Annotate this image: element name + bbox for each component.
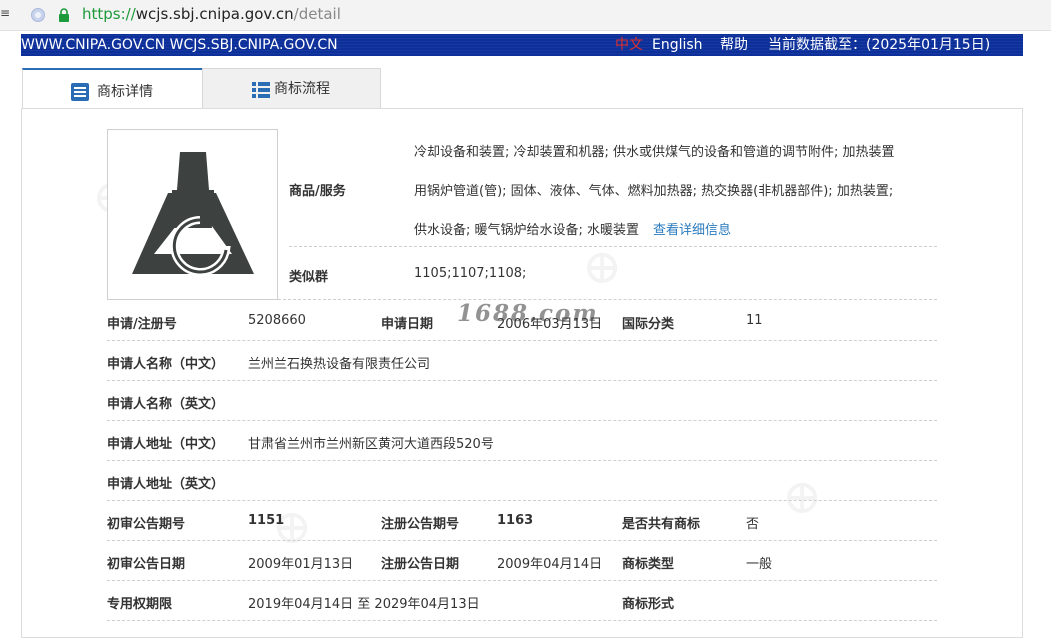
url-scheme: https:// — [82, 5, 136, 23]
tab-trademark-process[interactable]: 商标流程 — [202, 68, 381, 108]
list-icon — [71, 83, 89, 101]
prelim-date-label: 初审公告日期 — [107, 557, 186, 572]
lang-chinese-link[interactable]: 中文 — [615, 34, 643, 56]
address-cn-value: 甘肃省兰州市兰州新区黄河大道西段520号 — [248, 437, 494, 452]
prelim-date-value: 2009年01月13日 — [248, 557, 354, 572]
app-date-value: 2006年03月13日 — [497, 317, 603, 332]
url-field[interactable]: https://wcjs.sbj.cnipa.gov.cn/detail — [82, 5, 341, 23]
applicant-cn-label: 申请人名称（中文） — [107, 357, 225, 372]
lang-english-link[interactable]: English — [652, 34, 703, 56]
intl-class-label: 国际分类 — [622, 317, 675, 332]
lock-icon — [59, 8, 69, 22]
trademark-logo — [132, 152, 254, 276]
help-link[interactable]: 帮助 — [720, 34, 748, 56]
goods-services-label: 商品/服务 — [289, 184, 346, 199]
intl-class-value: 11 — [746, 313, 763, 328]
address-en-label: 申请人地址（英文） — [107, 477, 225, 492]
divider — [107, 380, 937, 381]
reg-issue-value: 1163 — [497, 513, 534, 528]
header-right: 中文 English 帮助 当前数据截至：(2025年01月15日) — [615, 34, 1023, 56]
tab-label: 商标详情 — [97, 84, 153, 100]
divider — [107, 580, 937, 581]
mark-form-label: 商标形式 — [622, 597, 675, 612]
trademark-image — [107, 129, 278, 300]
reg-date-value: 2009年04月14日 — [497, 557, 603, 572]
reg-issue-label: 注册公告期号 — [381, 517, 460, 532]
url-host: wcjs.sbj.cnipa.gov.cn — [135, 5, 294, 23]
menu-icon[interactable]: ≡ — [0, 7, 10, 19]
divider — [107, 500, 937, 501]
background-watermark: ⊕ — [582, 239, 623, 295]
list-bullets-icon — [252, 82, 270, 98]
divider — [107, 620, 937, 621]
divider — [107, 420, 937, 421]
divider — [107, 460, 937, 461]
goods-line-text: 供水设备; 暖气锅炉给水设备; 水暖装置 — [414, 223, 640, 238]
applicant-en-label: 申请人名称（英文） — [107, 397, 225, 412]
data-date: 当前数据截至：(2025年01月15日) — [768, 37, 991, 53]
term-label: 专用权期限 — [107, 597, 173, 612]
similar-group-value: 1105;1107;1108; — [414, 266, 527, 281]
similar-group-label: 类似群 — [289, 270, 329, 285]
goods-line: 冷却设备和装置; 冷却装置和机器; 供水或供煤气的设备和管道的调节附件; 加热装… — [414, 145, 895, 160]
app-date-label: 申请日期 — [381, 317, 434, 332]
reg-no-label: 申请/注册号 — [107, 317, 177, 332]
reg-date-label: 注册公告日期 — [381, 557, 460, 572]
goods-line: 用锅炉管道(管); 固体、液体、气体、燃料加热器; 热交换器(非机器部件); 加… — [414, 184, 894, 199]
divider — [289, 246, 937, 247]
browser-address-bar: ≡ https://wcjs.sbj.cnipa.gov.cn/detail — [0, 0, 1051, 31]
url-path: /detail — [293, 5, 341, 23]
mark-type-value: 一般 — [746, 557, 773, 572]
divider — [107, 340, 937, 341]
background-watermark: ⊕ — [782, 469, 823, 525]
divider — [278, 299, 937, 300]
prelim-issue-label: 初审公告期号 — [107, 517, 186, 532]
prelim-issue-value: 1151 — [248, 513, 285, 528]
mark-type-label: 商标类型 — [622, 557, 675, 572]
term-value: 2019年04月14日 至 2029年04月13日 — [248, 597, 480, 612]
view-details-link[interactable]: 查看详细信息 — [653, 223, 731, 238]
site-domains: WWW.CNIPA.GOV.CN WCJS.SBJ.CNIPA.GOV.CN — [21, 37, 338, 53]
goods-line-last: 供水设备; 暖气锅炉给水设备; 水暖装置 查看详细信息 — [414, 219, 731, 238]
tab-label: 商标流程 — [274, 81, 330, 97]
address-cn-label: 申请人地址（中文） — [107, 437, 225, 452]
applicant-cn-value: 兰州兰石换热设备有限责任公司 — [248, 357, 431, 372]
site-header: WWW.CNIPA.GOV.CN WCJS.SBJ.CNIPA.GOV.CN 中… — [21, 34, 1023, 56]
divider — [107, 540, 937, 541]
tab-trademark-detail[interactable]: 商标详情 — [22, 68, 202, 108]
shared-mark-value: 否 — [746, 517, 760, 532]
reg-no-value: 5208660 — [248, 313, 306, 328]
site-info-icon[interactable] — [31, 8, 45, 22]
shared-mark-label: 是否共有商标 — [622, 517, 701, 532]
